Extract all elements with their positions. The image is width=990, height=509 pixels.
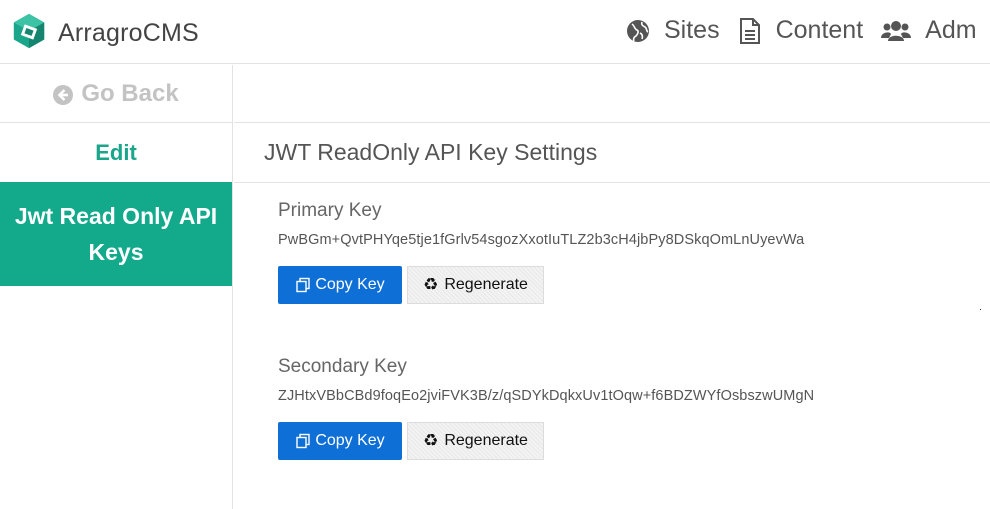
primary-key-block: Primary Key PwBGm+QvtPHYqe5tje1fGrlv54sg… — [278, 200, 804, 304]
sidebar-item-edit[interactable]: Edit — [0, 123, 232, 182]
nav-admin[interactable]: Adm — [881, 16, 977, 45]
users-icon — [881, 18, 912, 44]
arrow-circle-left-icon — [53, 84, 74, 105]
document-icon — [738, 17, 762, 44]
copy-secondary-key-button[interactable]: Copy Key — [278, 422, 402, 460]
globe-icon — [626, 18, 650, 44]
secondary-key-block: Secondary Key ZJHtxVBbCBd9foqEo2jviFVK3B… — [278, 356, 814, 460]
nav-admin-label: Adm — [925, 16, 977, 44]
recycle-icon: ♻ — [423, 431, 439, 451]
primary-key-label: Primary Key — [278, 200, 382, 221]
brand[interactable]: ArragroCMS — [10, 12, 199, 55]
secondary-key-label: Secondary Key — [278, 356, 407, 377]
secondary-key-value: ZJHtxVBbCBd9foqEo2jviFVK3B/z/qSDYkDqkxUv… — [278, 388, 815, 404]
nav-content-label: Content — [775, 16, 864, 44]
primary-key-value: PwBGm+QvtPHYqe5tje1fGrlv54sgozXxotIuTLZ2… — [278, 232, 805, 248]
brand-name: ArragroCMS — [58, 19, 199, 47]
copy-icon — [295, 433, 311, 449]
nav-content[interactable]: Content — [738, 16, 864, 45]
section-title: JWT ReadOnly API Key Settings — [234, 123, 990, 183]
recycle-icon: ♻ — [423, 275, 439, 295]
copy-secondary-key-label: Copy Key — [315, 432, 385, 449]
section-title-text: JWT ReadOnly API Key Settings — [264, 139, 598, 165]
go-back-label: Go Back — [81, 79, 179, 107]
copy-primary-key-label: Copy Key — [315, 276, 385, 293]
regenerate-secondary-key-button[interactable]: ♻ Regenerate — [407, 422, 544, 460]
sidebar-item-jwt-read-only-api-keys[interactable]: Jwt Read Only API Keys — [0, 182, 232, 286]
stray-pixel — [980, 309, 981, 310]
regenerate-primary-key-button[interactable]: ♻ Regenerate — [407, 266, 544, 304]
nav-sites[interactable]: Sites — [626, 16, 720, 45]
copy-primary-key-button[interactable]: Copy Key — [278, 266, 402, 304]
logo-icon — [10, 12, 48, 55]
main-nav: Sites Content Adm — [626, 16, 990, 45]
regenerate-primary-key-label: Regenerate — [444, 276, 528, 293]
main-header-area — [234, 65, 990, 123]
go-back-button[interactable]: Go Back — [0, 65, 232, 123]
regenerate-secondary-key-label: Regenerate — [444, 432, 528, 449]
copy-icon — [295, 277, 311, 293]
top-navbar: ArragroCMS Sites Content Adm — [0, 0, 990, 64]
nav-sites-label: Sites — [664, 16, 720, 44]
sidebar: Go Back Edit Jwt Read Only API Keys — [0, 65, 233, 509]
